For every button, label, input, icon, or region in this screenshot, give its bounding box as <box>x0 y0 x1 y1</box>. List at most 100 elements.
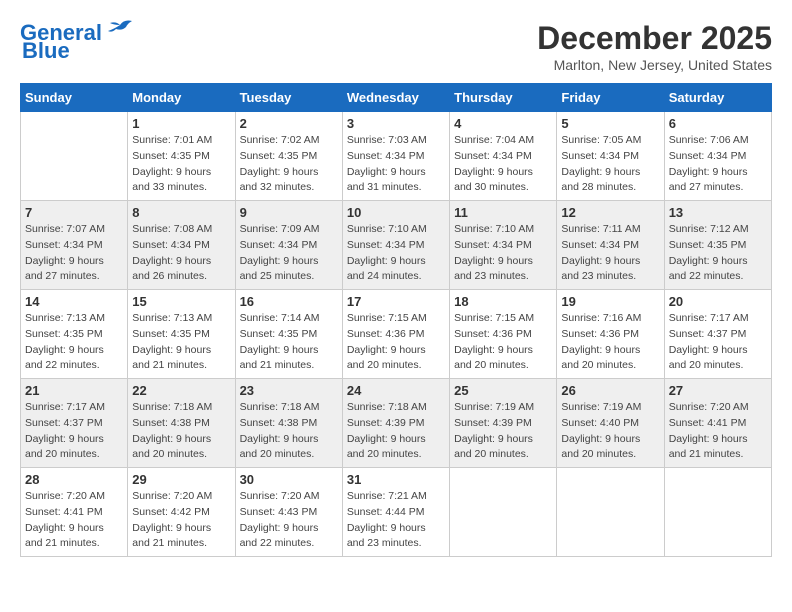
day-number: 21 <box>25 383 123 398</box>
calendar-cell: 9 Sunrise: 7:09 AMSunset: 4:34 PMDaylight… <box>235 201 342 290</box>
calendar-cell <box>21 112 128 201</box>
day-info: Sunrise: 7:18 AMSunset: 4:39 PMDaylight:… <box>347 400 445 463</box>
day-number: 23 <box>240 383 338 398</box>
day-number: 15 <box>132 294 230 309</box>
bird-icon <box>106 17 134 42</box>
day-number: 1 <box>132 116 230 131</box>
calendar-cell: 7 Sunrise: 7:07 AMSunset: 4:34 PMDaylight… <box>21 201 128 290</box>
header-friday: Friday <box>557 84 664 112</box>
page-header: General Blue December 2025 Marlton, New … <box>20 20 772 73</box>
day-info: Sunrise: 7:05 AMSunset: 4:34 PMDaylight:… <box>561 133 659 196</box>
day-number: 13 <box>669 205 767 220</box>
calendar-cell: 11Sunrise: 7:10 AMSunset: 4:34 PMDayligh… <box>450 201 557 290</box>
calendar-cell: 28 Sunrise: 7:20 AMSunset: 4:41 PMDayligh… <box>21 468 128 557</box>
header-wednesday: Wednesday <box>342 84 449 112</box>
calendar-cell: 31 Sunrise: 7:21 AMSunset: 4:44 PMDayligh… <box>342 468 449 557</box>
day-number: 24 <box>347 383 445 398</box>
day-number: 5 <box>561 116 659 131</box>
day-info: Sunrise: 7:17 AMSunset: 4:37 PMDaylight:… <box>25 400 123 463</box>
calendar-cell: 3Sunrise: 7:03 AMSunset: 4:34 PMDaylight… <box>342 112 449 201</box>
day-number: 8 <box>132 205 230 220</box>
day-number: 17 <box>347 294 445 309</box>
header-monday: Monday <box>128 84 235 112</box>
day-number: 7 <box>25 205 123 220</box>
calendar-cell: 18 Sunrise: 7:15 AMSunset: 4:36 PMDayligh… <box>450 290 557 379</box>
calendar-cell: 17 Sunrise: 7:15 AMSunset: 4:36 PMDayligh… <box>342 290 449 379</box>
day-info: Sunrise: 7:18 AMSunset: 4:38 PMDaylight:… <box>240 400 338 463</box>
calendar-cell: 16 Sunrise: 7:14 AMSunset: 4:35 PMDayligh… <box>235 290 342 379</box>
header-thursday: Thursday <box>450 84 557 112</box>
day-info: Sunrise: 7:04 AMSunset: 4:34 PMDaylight:… <box>454 133 552 196</box>
day-info: Sunrise: 7:15 AMSunset: 4:36 PMDaylight:… <box>454 311 552 374</box>
logo-blue: Blue <box>22 38 70 64</box>
calendar-cell: 24 Sunrise: 7:18 AMSunset: 4:39 PMDayligh… <box>342 379 449 468</box>
calendar-cell <box>664 468 771 557</box>
calendar-week-5: 28 Sunrise: 7:20 AMSunset: 4:41 PMDayligh… <box>21 468 772 557</box>
calendar-cell: 10 Sunrise: 7:10 AMSunset: 4:34 PMDayligh… <box>342 201 449 290</box>
calendar-cell <box>557 468 664 557</box>
day-number: 30 <box>240 472 338 487</box>
calendar-cell: 29Sunrise: 7:20 AMSunset: 4:42 PMDayligh… <box>128 468 235 557</box>
calendar-cell: 8 Sunrise: 7:08 AMSunset: 4:34 PMDaylight… <box>128 201 235 290</box>
day-number: 6 <box>669 116 767 131</box>
day-info: Sunrise: 7:15 AMSunset: 4:36 PMDaylight:… <box>347 311 445 374</box>
calendar-cell: 25 Sunrise: 7:19 AMSunset: 4:39 PMDayligh… <box>450 379 557 468</box>
calendar-header-row: SundayMondayTuesdayWednesdayThursdayFrid… <box>21 84 772 112</box>
calendar-cell: 12 Sunrise: 7:11 AMSunset: 4:34 PMDayligh… <box>557 201 664 290</box>
day-number: 16 <box>240 294 338 309</box>
day-info: Sunrise: 7:09 AMSunset: 4:34 PMDaylight:… <box>240 222 338 285</box>
calendar-cell: 13 Sunrise: 7:12 AMSunset: 4:35 PMDayligh… <box>664 201 771 290</box>
day-number: 25 <box>454 383 552 398</box>
calendar-cell: 2 Sunrise: 7:02 AMSunset: 4:35 PMDaylight… <box>235 112 342 201</box>
calendar-cell: 26 Sunrise: 7:19 AMSunset: 4:40 PMDayligh… <box>557 379 664 468</box>
logo: General Blue <box>20 20 134 64</box>
calendar-cell: 30 Sunrise: 7:20 AMSunset: 4:43 PMDayligh… <box>235 468 342 557</box>
day-number: 2 <box>240 116 338 131</box>
day-number: 18 <box>454 294 552 309</box>
calendar-cell: 27 Sunrise: 7:20 AMSunset: 4:41 PMDayligh… <box>664 379 771 468</box>
day-number: 28 <box>25 472 123 487</box>
calendar-cell: 20 Sunrise: 7:17 AMSunset: 4:37 PMDayligh… <box>664 290 771 379</box>
day-info: Sunrise: 7:20 AMSunset: 4:41 PMDaylight:… <box>669 400 767 463</box>
day-info: Sunrise: 7:19 AMSunset: 4:40 PMDaylight:… <box>561 400 659 463</box>
day-info: Sunrise: 7:19 AMSunset: 4:39 PMDaylight:… <box>454 400 552 463</box>
month-title: December 2025 <box>537 20 772 57</box>
day-info: Sunrise: 7:13 AMSunset: 4:35 PMDaylight:… <box>25 311 123 374</box>
day-number: 19 <box>561 294 659 309</box>
title-block: December 2025 Marlton, New Jersey, Unite… <box>537 20 772 73</box>
day-info: Sunrise: 7:14 AMSunset: 4:35 PMDaylight:… <box>240 311 338 374</box>
calendar-cell: 22Sunrise: 7:18 AMSunset: 4:38 PMDayligh… <box>128 379 235 468</box>
day-info: Sunrise: 7:02 AMSunset: 4:35 PMDaylight:… <box>240 133 338 196</box>
day-number: 26 <box>561 383 659 398</box>
calendar-cell: 19Sunrise: 7:16 AMSunset: 4:36 PMDayligh… <box>557 290 664 379</box>
day-info: Sunrise: 7:13 AMSunset: 4:35 PMDaylight:… <box>132 311 230 374</box>
day-info: Sunrise: 7:08 AMSunset: 4:34 PMDaylight:… <box>132 222 230 285</box>
day-number: 27 <box>669 383 767 398</box>
day-number: 12 <box>561 205 659 220</box>
calendar-cell: 14Sunrise: 7:13 AMSunset: 4:35 PMDayligh… <box>21 290 128 379</box>
day-info: Sunrise: 7:12 AMSunset: 4:35 PMDaylight:… <box>669 222 767 285</box>
day-info: Sunrise: 7:06 AMSunset: 4:34 PMDaylight:… <box>669 133 767 196</box>
day-number: 9 <box>240 205 338 220</box>
day-info: Sunrise: 7:11 AMSunset: 4:34 PMDaylight:… <box>561 222 659 285</box>
day-number: 22 <box>132 383 230 398</box>
location: Marlton, New Jersey, United States <box>537 57 772 73</box>
calendar-cell: 6 Sunrise: 7:06 AMSunset: 4:34 PMDaylight… <box>664 112 771 201</box>
day-info: Sunrise: 7:20 AMSunset: 4:41 PMDaylight:… <box>25 489 123 552</box>
day-info: Sunrise: 7:10 AMSunset: 4:34 PMDaylight:… <box>347 222 445 285</box>
day-info: Sunrise: 7:20 AMSunset: 4:43 PMDaylight:… <box>240 489 338 552</box>
day-number: 31 <box>347 472 445 487</box>
day-info: Sunrise: 7:21 AMSunset: 4:44 PMDaylight:… <box>347 489 445 552</box>
calendar-cell: 5 Sunrise: 7:05 AMSunset: 4:34 PMDaylight… <box>557 112 664 201</box>
calendar-week-4: 21 Sunrise: 7:17 AMSunset: 4:37 PMDayligh… <box>21 379 772 468</box>
header-saturday: Saturday <box>664 84 771 112</box>
day-number: 4 <box>454 116 552 131</box>
calendar-cell: 21 Sunrise: 7:17 AMSunset: 4:37 PMDayligh… <box>21 379 128 468</box>
day-info: Sunrise: 7:01 AMSunset: 4:35 PMDaylight:… <box>132 133 230 196</box>
day-number: 20 <box>669 294 767 309</box>
day-info: Sunrise: 7:20 AMSunset: 4:42 PMDaylight:… <box>132 489 230 552</box>
day-info: Sunrise: 7:10 AMSunset: 4:34 PMDaylight:… <box>454 222 552 285</box>
day-info: Sunrise: 7:07 AMSunset: 4:34 PMDaylight:… <box>25 222 123 285</box>
day-info: Sunrise: 7:17 AMSunset: 4:37 PMDaylight:… <box>669 311 767 374</box>
day-number: 10 <box>347 205 445 220</box>
